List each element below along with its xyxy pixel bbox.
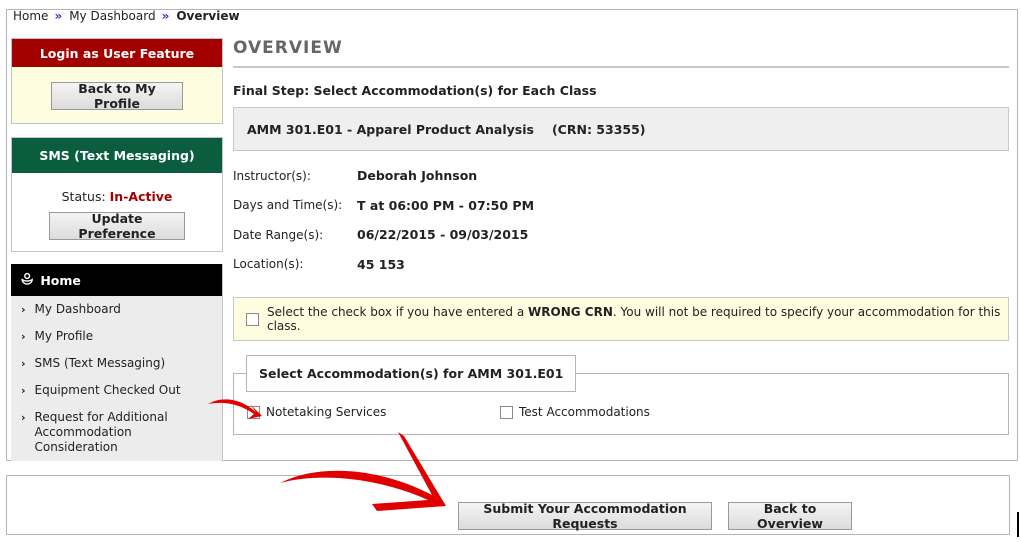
- info-row-location: Location(s): 45 153: [233, 250, 1009, 280]
- class-name: AMM 301.E01 - Apparel Product Analysis: [247, 121, 534, 137]
- wrong-crn-text: Select the check box if you have entered…: [267, 305, 1001, 333]
- breadcrumb: Home » My Dashboard » Overview: [13, 9, 240, 23]
- main-content: OVERVIEW Final Step: Select Accommodatio…: [233, 38, 1009, 435]
- sms-panel: SMS (Text Messaging) Status: In-Active U…: [11, 137, 223, 252]
- sidebar-item-additional-request[interactable]: › Request for Additional Accommodation Co…: [21, 410, 222, 455]
- sidebar-item-label: SMS (Text Messaging): [34, 356, 166, 370]
- submit-accommodation-requests-button[interactable]: Submit Your Accommodation Requests: [458, 501, 712, 531]
- info-row-instructor: Instructor(s): Deborah Johnson: [233, 161, 1009, 191]
- sms-status-label: Status:: [61, 189, 106, 204]
- sidebar-item-my-dashboard[interactable]: › My Dashboard: [21, 302, 222, 317]
- class-crn: (CRN: 53355): [551, 121, 646, 137]
- back-to-overview-button[interactable]: Back to Overview: [728, 501, 852, 531]
- sms-status-value: In-Active: [109, 189, 173, 204]
- info-row-date-range: Date Range(s): 06/22/2015 - 09/03/2015: [233, 220, 1009, 250]
- class-info: Instructor(s): Deborah Johnson Days and …: [233, 161, 1009, 279]
- sidebar-item-my-profile[interactable]: › My Profile: [21, 329, 222, 344]
- accommodations-legend: Select Accommodation(s) for AMM 301.E01: [246, 355, 577, 392]
- sidebar-item-label: Equipment Checked Out: [34, 383, 181, 397]
- sms-title: SMS (Text Messaging): [12, 138, 222, 173]
- double-chevron-down-icon: ⯕: [21, 271, 34, 286]
- info-label: Date Range(s):: [233, 227, 324, 242]
- chevron-right-icon: ›: [21, 411, 26, 424]
- breadcrumb-separator-icon: »: [161, 9, 170, 23]
- wrong-crn-checkbox[interactable]: [246, 312, 259, 326]
- page-title: OVERVIEW: [233, 38, 1009, 68]
- step-title: Final Step: Select Accommodation(s) for …: [233, 83, 597, 98]
- update-preference-button[interactable]: Update Preference: [49, 211, 185, 241]
- chevron-right-icon: ›: [21, 384, 26, 397]
- nav-header[interactable]: ⯕ Home: [11, 264, 222, 296]
- info-value: 06/22/2015 - 09/03/2015: [357, 227, 529, 243]
- back-to-my-profile-button[interactable]: Back to My Profile: [51, 81, 183, 111]
- chevron-right-icon: ›: [21, 330, 26, 343]
- class-header: AMM 301.E01 - Apparel Product Analysis (…: [233, 107, 1009, 151]
- sidebar-item-label: My Dashboard: [34, 302, 121, 316]
- sidebar-nav: ⯕ Home › My Dashboard › My Profile › SMS (T…: [11, 264, 223, 461]
- breadcrumb-my-dashboard[interactable]: My Dashboard: [69, 9, 155, 23]
- sidebar-item-label: Request for Additional Accommodation Con…: [34, 410, 168, 454]
- login-as-user-panel: Login as User Feature Back to My Profile: [11, 38, 223, 124]
- sidebar-item-sms[interactable]: › SMS (Text Messaging): [21, 356, 222, 371]
- breadcrumb-home[interactable]: Home: [13, 9, 48, 23]
- chevron-right-icon: ›: [21, 357, 26, 370]
- sidebar-item-equipment[interactable]: › Equipment Checked Out: [21, 383, 222, 398]
- test-accommodations-label: Test Accommodations: [519, 405, 650, 419]
- info-label: Days and Time(s):: [233, 198, 343, 213]
- breadcrumb-current: Overview: [176, 9, 240, 23]
- accommodations-fieldset: Select Accommodation(s) for AMM 301.E01 …: [233, 355, 1009, 435]
- login-as-user-title: Login as User Feature: [12, 39, 222, 67]
- notetaking-option[interactable]: Notetaking Services: [247, 405, 386, 419]
- test-accommodations-checkbox[interactable]: [500, 405, 513, 419]
- chevron-right-icon: ›: [21, 303, 26, 316]
- test-accommodations-option[interactable]: Test Accommodations: [500, 405, 650, 419]
- info-row-days-time: Days and Time(s): T at 06:00 PM - 07:50 …: [233, 191, 1009, 221]
- text-cursor: [1017, 512, 1019, 537]
- info-label: Location(s):: [233, 257, 304, 272]
- info-value: 45 153: [357, 256, 405, 272]
- info-value: Deborah Johnson: [357, 168, 478, 184]
- notetaking-checkbox[interactable]: [247, 405, 260, 419]
- wrong-crn-notice: Select the check box if you have entered…: [233, 297, 1009, 341]
- info-label: Instructor(s):: [233, 168, 311, 183]
- info-value: T at 06:00 PM - 07:50 PM: [357, 197, 535, 213]
- notetaking-label: Notetaking Services: [266, 405, 387, 419]
- sidebar-item-label: My Profile: [34, 329, 94, 343]
- sms-status: Status: In-Active: [12, 189, 222, 204]
- breadcrumb-separator-icon: »: [54, 9, 62, 23]
- nav-header-label: Home: [40, 272, 81, 288]
